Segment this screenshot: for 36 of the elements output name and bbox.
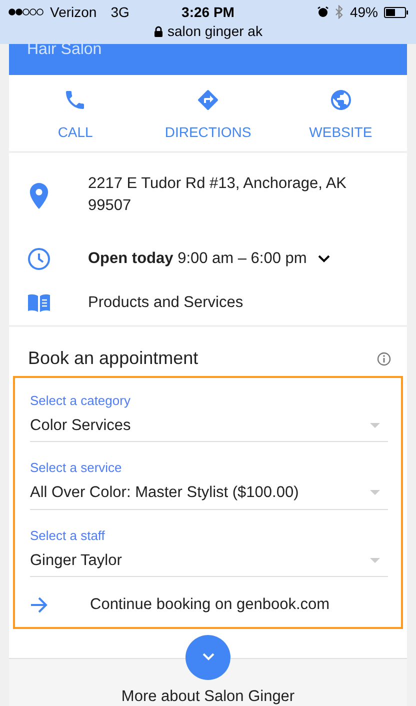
book-icon: [26, 293, 50, 313]
bluetooth-icon: [334, 5, 344, 19]
continue-booking-link[interactable]: Continue booking on genbook.com: [90, 593, 330, 616]
dropdown-caret-icon: [370, 490, 380, 496]
url-text: salon ginger ak: [168, 22, 262, 41]
action-button[interactable]: WEBSITE: [274, 84, 408, 142]
clock-icon: [26, 247, 50, 271]
booking-title: Book an appointment: [28, 347, 198, 370]
battery-icon: [384, 6, 408, 18]
chevron-down-icon: [202, 653, 214, 662]
arrow-right-icon: [30, 596, 48, 613]
hours-text[interactable]: Open today 9:00 am – 6:00 pm: [88, 248, 348, 270]
action-button[interactable]: DIRECTIONS: [142, 84, 274, 142]
products-text[interactable]: Products and Services: [88, 292, 348, 314]
category-text: Hair Salon: [27, 42, 102, 58]
carrier-text: Verizon: [50, 2, 97, 22]
select-field[interactable]: Select a category Color Services: [30, 392, 388, 442]
address-text: 2217 E Tudor Rd #13, Anchorage, AK 99507: [88, 174, 348, 216]
globe-icon: [328, 88, 353, 112]
network-text: 3G: [110, 2, 130, 22]
dropdown-caret-icon: [370, 423, 380, 428]
signal-icon: [8, 8, 44, 16]
time-text: 3:26 PM: [180, 2, 236, 22]
info-icon[interactable]: [377, 352, 391, 366]
battery-percent: 49%: [350, 2, 378, 22]
select-field[interactable]: Select a service All Over Color: Master Stylist ($100.00): [30, 459, 388, 510]
more-about-text[interactable]: More about Salon Ginger: [121, 684, 295, 706]
lock-icon: [154, 26, 163, 36]
action-button[interactable]: CALL: [9, 84, 142, 142]
dropdown-caret-icon: [370, 558, 380, 563]
expand-button[interactable]: [186, 634, 230, 680]
location-pin-icon: [28, 183, 48, 209]
select-field[interactable]: Select a staff Ginger Taylor: [30, 526, 388, 577]
chevron-down-icon[interactable]: [318, 255, 330, 263]
alarm-icon: [316, 6, 329, 18]
directions-icon: [196, 88, 220, 112]
